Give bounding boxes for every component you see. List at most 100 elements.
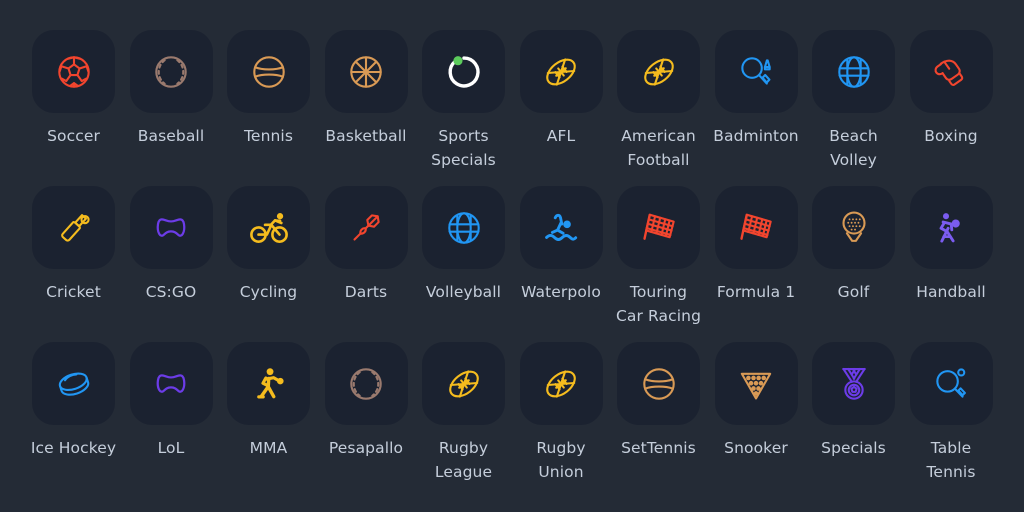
- sport-tile-touring-car-racing[interactable]: Touring Car Racing: [616, 186, 701, 342]
- sport-tile-cs-go[interactable]: CS:GO: [129, 186, 213, 342]
- sport-tile-label: Golf: [837, 283, 870, 301]
- sport-tile-label: Boxing: [924, 127, 978, 145]
- sport-tile-label: Badminton: [713, 127, 799, 145]
- sport-tile-button-pesapallo[interactable]: [324, 342, 408, 425]
- sport-tile-label: Volleyball: [425, 283, 502, 301]
- tennis-ball-icon: [248, 51, 290, 93]
- boxing-gloves-icon: [930, 51, 972, 93]
- sport-tile-button-soccer[interactable]: [32, 30, 115, 113]
- sport-tile-button-american-football[interactable]: [617, 30, 700, 113]
- sport-tile-button-mma[interactable]: [227, 342, 310, 425]
- golf-ball-tee-icon: [833, 207, 875, 249]
- sport-tile-specials[interactable]: Specials: [812, 342, 895, 498]
- sport-tile-golf[interactable]: Golf: [812, 186, 895, 342]
- sport-tile-button-golf[interactable]: [812, 186, 895, 269]
- sport-tile-button-badminton[interactable]: [714, 30, 798, 113]
- sport-tile-button-rugby-league[interactable]: [422, 342, 505, 425]
- football-icon: [443, 363, 485, 405]
- sport-tile-basketball[interactable]: Basketball: [324, 30, 408, 186]
- hockey-puck-icon: [53, 363, 95, 405]
- sport-tile-button-ice-hockey[interactable]: [32, 342, 115, 425]
- sport-tile-button-settennis[interactable]: [617, 342, 700, 425]
- sport-tile-button-snooker[interactable]: [714, 342, 798, 425]
- sports-row: Soccer Baseball Tennis Basketball Sports Spe…: [0, 30, 1024, 186]
- sport-tile-formula-1[interactable]: Formula 1: [714, 186, 798, 342]
- sport-tile-volleyball[interactable]: Volleyball: [422, 186, 505, 342]
- sport-tile-baseball[interactable]: Baseball: [129, 30, 213, 186]
- sport-tile-lol[interactable]: LoL: [129, 342, 213, 498]
- sport-tile-button-specials[interactable]: [812, 342, 895, 425]
- sport-tile-button-basketball[interactable]: [324, 30, 408, 113]
- fighter-icon: [248, 363, 290, 405]
- sport-tile-table-tennis[interactable]: Table Tennis: [909, 342, 993, 498]
- dart-icon: [345, 207, 387, 249]
- sport-tile-button-beach-volley[interactable]: [812, 30, 895, 113]
- sport-tile-label: Sports Specials: [431, 127, 496, 169]
- medal-icon: [833, 363, 875, 405]
- sports-row: Ice Hockey LoL MMA Pesapallo Rugby League Rug…: [0, 342, 1024, 498]
- sport-tile-waterpolo[interactable]: Waterpolo: [519, 186, 603, 342]
- sport-tile-button-sports-specials[interactable]: [422, 30, 505, 113]
- sport-tile-ice-hockey[interactable]: Ice Hockey: [31, 342, 116, 498]
- sport-tile-button-lol[interactable]: [129, 342, 213, 425]
- sport-tile-label: Pesapallo: [328, 439, 404, 457]
- sport-tile-button-cycling[interactable]: [227, 186, 310, 269]
- football-icon: [638, 51, 680, 93]
- sport-tile-button-boxing[interactable]: [909, 30, 993, 113]
- sport-tile-soccer[interactable]: Soccer: [32, 30, 115, 186]
- gamepad-icon: [150, 207, 192, 249]
- sport-tile-label: Table Tennis: [926, 439, 976, 481]
- sport-tile-boxing[interactable]: Boxing: [909, 30, 993, 186]
- sport-tile-handball[interactable]: Handball: [909, 186, 993, 342]
- sports-category-grid: Soccer Baseball Tennis Basketball Sports Spe…: [0, 0, 1024, 512]
- sport-tile-button-formula-1[interactable]: [714, 186, 798, 269]
- sports-row: Cricket CS:GO Cycling Darts Volleyball Waterp…: [0, 186, 1024, 342]
- sport-tile-cycling[interactable]: Cycling: [227, 186, 310, 342]
- sport-tile-button-baseball[interactable]: [129, 30, 213, 113]
- sport-tile-label: Waterpolo: [521, 283, 601, 301]
- sport-tile-button-handball[interactable]: [909, 186, 993, 269]
- sport-tile-mma[interactable]: MMA: [227, 342, 310, 498]
- sport-tile-darts[interactable]: Darts: [324, 186, 408, 342]
- sport-tile-label: Tennis: [244, 127, 293, 145]
- progress-circle-icon: [443, 51, 485, 93]
- sport-tile-label: Formula 1: [716, 283, 796, 301]
- sport-tile-button-tennis[interactable]: [227, 30, 310, 113]
- sport-tile-badminton[interactable]: Badminton: [713, 30, 799, 186]
- sport-tile-label: Snooker: [724, 439, 788, 457]
- sport-tile-rugby-union[interactable]: Rugby Union: [519, 342, 603, 498]
- sport-tile-button-volleyball[interactable]: [422, 186, 505, 269]
- sport-tile-afl[interactable]: AFL: [519, 30, 603, 186]
- waterpolo-player-icon: [540, 207, 582, 249]
- sport-tile-pesapallo[interactable]: Pesapallo: [324, 342, 408, 498]
- volleyball-icon: [443, 207, 485, 249]
- sport-tile-button-afl[interactable]: [519, 30, 603, 113]
- table-tennis-paddle-icon: [930, 363, 972, 405]
- sport-tile-label: Cricket: [46, 283, 101, 301]
- sport-tile-button-waterpolo[interactable]: [519, 186, 603, 269]
- sport-tile-button-table-tennis[interactable]: [909, 342, 993, 425]
- sport-tile-sports-specials[interactable]: Sports Specials: [422, 30, 505, 186]
- sport-tile-label: SetTennis: [621, 439, 696, 457]
- football-icon: [540, 363, 582, 405]
- football-icon: [540, 51, 582, 93]
- sport-tile-tennis[interactable]: Tennis: [227, 30, 310, 186]
- sport-tile-label: Cycling: [239, 283, 298, 301]
- sport-tile-beach-volley[interactable]: Beach Volley: [812, 30, 895, 186]
- sport-tile-button-darts[interactable]: [324, 186, 408, 269]
- soccer-ball-icon: [53, 51, 95, 93]
- sport-tile-label: Specials: [821, 439, 886, 457]
- sport-tile-label: LoL: [157, 439, 185, 457]
- sport-tile-button-touring-car-racing[interactable]: [617, 186, 700, 269]
- sport-tile-button-cricket[interactable]: [32, 186, 115, 269]
- sport-tile-label: Darts: [344, 283, 388, 301]
- sport-tile-label: Basketball: [325, 127, 407, 145]
- sport-tile-button-cs-go[interactable]: [129, 186, 213, 269]
- sport-tile-settennis[interactable]: SetTennis: [617, 342, 700, 498]
- sport-tile-cricket[interactable]: Cricket: [32, 186, 115, 342]
- sport-tile-button-rugby-union[interactable]: [519, 342, 603, 425]
- sport-tile-rugby-league[interactable]: Rugby League: [422, 342, 505, 498]
- sport-tile-snooker[interactable]: Snooker: [714, 342, 798, 498]
- sport-tile-american-football[interactable]: American Football: [617, 30, 700, 186]
- sport-tile-label: Baseball: [137, 127, 205, 145]
